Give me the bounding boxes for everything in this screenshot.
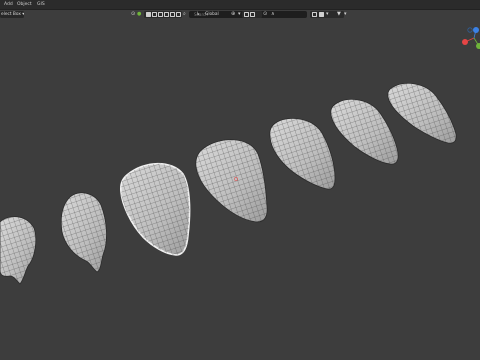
- z-axis-icon[interactable]: [473, 27, 479, 33]
- x-axis-icon[interactable]: [462, 39, 468, 45]
- mesh-4[interactable]: [195, 139, 268, 223]
- neg-z-axis-icon[interactable]: [467, 27, 473, 33]
- navigation-gizmo[interactable]: [462, 27, 480, 49]
- mesh-6[interactable]: [330, 98, 399, 165]
- mesh-7[interactable]: [387, 82, 457, 144]
- mesh-2[interactable]: [60, 192, 107, 273]
- mesh-1[interactable]: [0, 216, 37, 285]
- mesh-3-selected[interactable]: [119, 162, 191, 256]
- mesh-5[interactable]: [269, 118, 336, 190]
- y-axis-icon[interactable]: [476, 43, 480, 49]
- viewport-3d[interactable]: [0, 0, 480, 360]
